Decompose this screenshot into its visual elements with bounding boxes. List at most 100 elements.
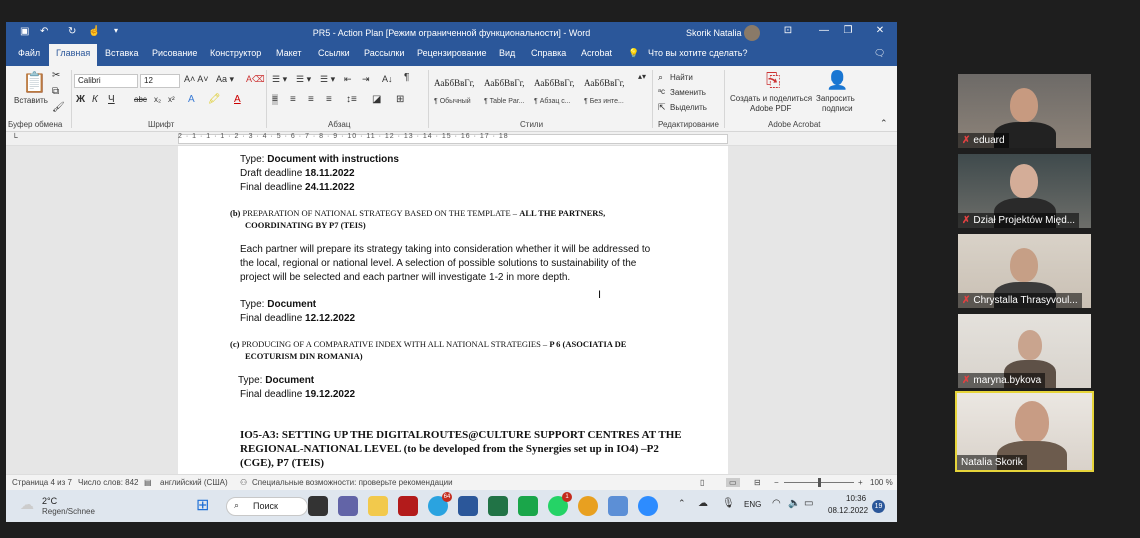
- minimize-icon[interactable]: —: [814, 25, 834, 36]
- underline-icon[interactable]: Ч: [108, 94, 115, 105]
- clear-format-icon[interactable]: A⌫: [246, 74, 265, 85]
- borders-icon[interactable]: ⊞: [396, 94, 404, 105]
- word-count[interactable]: Число слов: 842: [78, 478, 138, 487]
- participant-tile[interactable]: ✗ maryna.bykova: [958, 314, 1091, 388]
- volume-icon[interactable]: 🔈: [788, 498, 800, 509]
- numbering-icon[interactable]: ☰ ▾: [296, 74, 311, 85]
- create-pdf-button-line2[interactable]: Adobe PDF: [750, 104, 791, 113]
- find-button[interactable]: Найти: [670, 73, 693, 82]
- clock-time[interactable]: 10:36: [846, 494, 866, 503]
- chrome-icon[interactable]: [578, 496, 598, 516]
- participant-tile-active-speaker[interactable]: Natalia Skorik: [955, 391, 1094, 472]
- collapse-ribbon-icon[interactable]: ⌃: [880, 118, 888, 129]
- style-normal[interactable]: АаБбВвГг, ¶ Обычный: [432, 72, 480, 112]
- notification-badge[interactable]: 19: [872, 500, 885, 513]
- telegram-icon[interactable]: 64: [428, 492, 452, 516]
- word-icon[interactable]: [458, 496, 478, 516]
- onedrive-icon[interactable]: ☁: [698, 498, 708, 509]
- style-table-paragraph[interactable]: АаБбВвГг, ¶ Table Par...: [482, 72, 530, 112]
- tab-file[interactable]: Файл: [18, 48, 40, 58]
- proofing-icon[interactable]: ▤: [144, 478, 152, 487]
- battery-icon[interactable]: ▭: [804, 498, 813, 509]
- photos-icon[interactable]: [608, 496, 628, 516]
- start-icon[interactable]: ⊞: [196, 495, 209, 515]
- tab-references[interactable]: Ссылки: [318, 48, 350, 58]
- print-layout-icon[interactable]: ▭: [726, 478, 740, 487]
- clock-date[interactable]: 08.12.2022: [828, 506, 868, 515]
- input-language[interactable]: ENG: [744, 500, 761, 509]
- align-center-icon[interactable]: ≡: [290, 94, 296, 105]
- create-pdf-button[interactable]: Создать и поделиться: [730, 94, 812, 103]
- style-no-spacing[interactable]: АаБбВвГг, ¶ Без инте...: [582, 72, 630, 112]
- highlight-icon[interactable]: 🖍: [208, 94, 221, 105]
- align-left-icon[interactable]: ≡: [272, 94, 278, 105]
- tab-acrobat[interactable]: Acrobat: [581, 48, 612, 58]
- styles-scroll-icon[interactable]: ▴▾: [638, 72, 646, 81]
- zoom-slider-thumb[interactable]: [818, 478, 821, 487]
- request-signature-button[interactable]: Запросить: [816, 94, 855, 103]
- tab-draw[interactable]: Рисование: [152, 48, 197, 58]
- tab-home[interactable]: Главная: [49, 44, 98, 66]
- bullets-icon[interactable]: ☰ ▾: [272, 74, 287, 85]
- page-count[interactable]: Страница 4 из 7: [12, 478, 72, 487]
- web-layout-icon[interactable]: ⊟: [754, 478, 761, 487]
- justify-icon[interactable]: ≡: [326, 94, 332, 105]
- font-size-select[interactable]: 12: [140, 74, 180, 88]
- find-icon[interactable]: ⌕: [658, 72, 663, 83]
- bold-icon[interactable]: Ж: [76, 94, 85, 105]
- user-name[interactable]: Skorik Natalia: [686, 28, 742, 38]
- copy-icon[interactable]: ⧉: [52, 86, 59, 97]
- accessibility-icon[interactable]: ⚇: [240, 478, 247, 487]
- paste-icon[interactable]: 📋: [22, 70, 47, 95]
- superscript-icon[interactable]: x²: [168, 95, 175, 104]
- tab-review[interactable]: Рецензирование: [417, 48, 487, 58]
- text-effects-icon[interactable]: A: [188, 94, 195, 105]
- replace-icon[interactable]: ᵃc: [658, 87, 665, 96]
- replace-button[interactable]: Заменить: [670, 88, 706, 97]
- italic-icon[interactable]: К: [92, 94, 98, 105]
- strikethrough-icon[interactable]: abc: [134, 95, 147, 104]
- cut-icon[interactable]: ✂: [52, 70, 60, 81]
- zoom-out-icon[interactable]: −: [774, 478, 779, 487]
- participant-tile[interactable]: ✗ Chrystalla Thrasyvoul...: [958, 234, 1091, 308]
- excel-icon[interactable]: [488, 496, 508, 516]
- mic-icon[interactable]: 🎙: [722, 498, 735, 509]
- subscript-icon[interactable]: x₂: [154, 95, 161, 104]
- ribbon-display-icon[interactable]: ⊡: [778, 25, 798, 36]
- paste-button[interactable]: Вставить: [14, 96, 48, 105]
- document-area[interactable]: Type: Document with instructions Draft d…: [6, 146, 897, 474]
- tab-view[interactable]: Вид: [499, 48, 515, 58]
- style-list-paragraph[interactable]: АаБбВвГг, ¶ Абзац с...: [532, 72, 580, 112]
- task-view-icon[interactable]: [308, 496, 328, 516]
- zoom-icon[interactable]: [638, 496, 658, 516]
- weather-desc[interactable]: Regen/Schnee: [42, 507, 95, 516]
- align-right-icon[interactable]: ≡: [308, 94, 314, 105]
- tab-design[interactable]: Конструктор: [210, 48, 261, 58]
- select-icon[interactable]: ⇱: [658, 102, 666, 113]
- comments-icon[interactable]: 🗨: [874, 48, 885, 59]
- zoom-level[interactable]: 100 %: [870, 478, 893, 487]
- restore-icon[interactable]: ❐: [838, 25, 858, 36]
- whatsapp-icon[interactable]: 1: [548, 492, 572, 516]
- multilevel-list-icon[interactable]: ☰ ▾: [320, 74, 335, 85]
- tab-stop-icon[interactable]: └: [12, 133, 18, 142]
- zoom-in-icon[interactable]: +: [858, 478, 863, 487]
- tab-help[interactable]: Справка: [531, 48, 566, 58]
- camtasia-icon[interactable]: [518, 496, 538, 516]
- tab-layout[interactable]: Макет: [276, 48, 301, 58]
- line-spacing-icon[interactable]: ↕≡: [346, 94, 357, 105]
- acrobat-icon[interactable]: [398, 496, 418, 516]
- change-case-icon[interactable]: Aa ▾: [216, 74, 234, 85]
- explorer-icon[interactable]: [368, 496, 388, 516]
- select-button[interactable]: Выделить: [670, 103, 707, 112]
- show-marks-icon[interactable]: ¶: [404, 72, 409, 83]
- participant-tile[interactable]: ✗ eduard: [958, 74, 1091, 148]
- weather-icon[interactable]: ☁: [20, 496, 34, 513]
- tab-mailings[interactable]: Рассылки: [364, 48, 404, 58]
- decrease-indent-icon[interactable]: ⇤: [344, 74, 352, 85]
- font-name-select[interactable]: Calibri: [74, 74, 138, 88]
- participant-tile[interactable]: ✗ Dział Projektów Międ...: [958, 154, 1091, 228]
- font-color-icon[interactable]: A: [234, 94, 241, 105]
- increase-indent-icon[interactable]: ⇥: [362, 74, 370, 85]
- tab-insert[interactable]: Вставка: [105, 48, 138, 58]
